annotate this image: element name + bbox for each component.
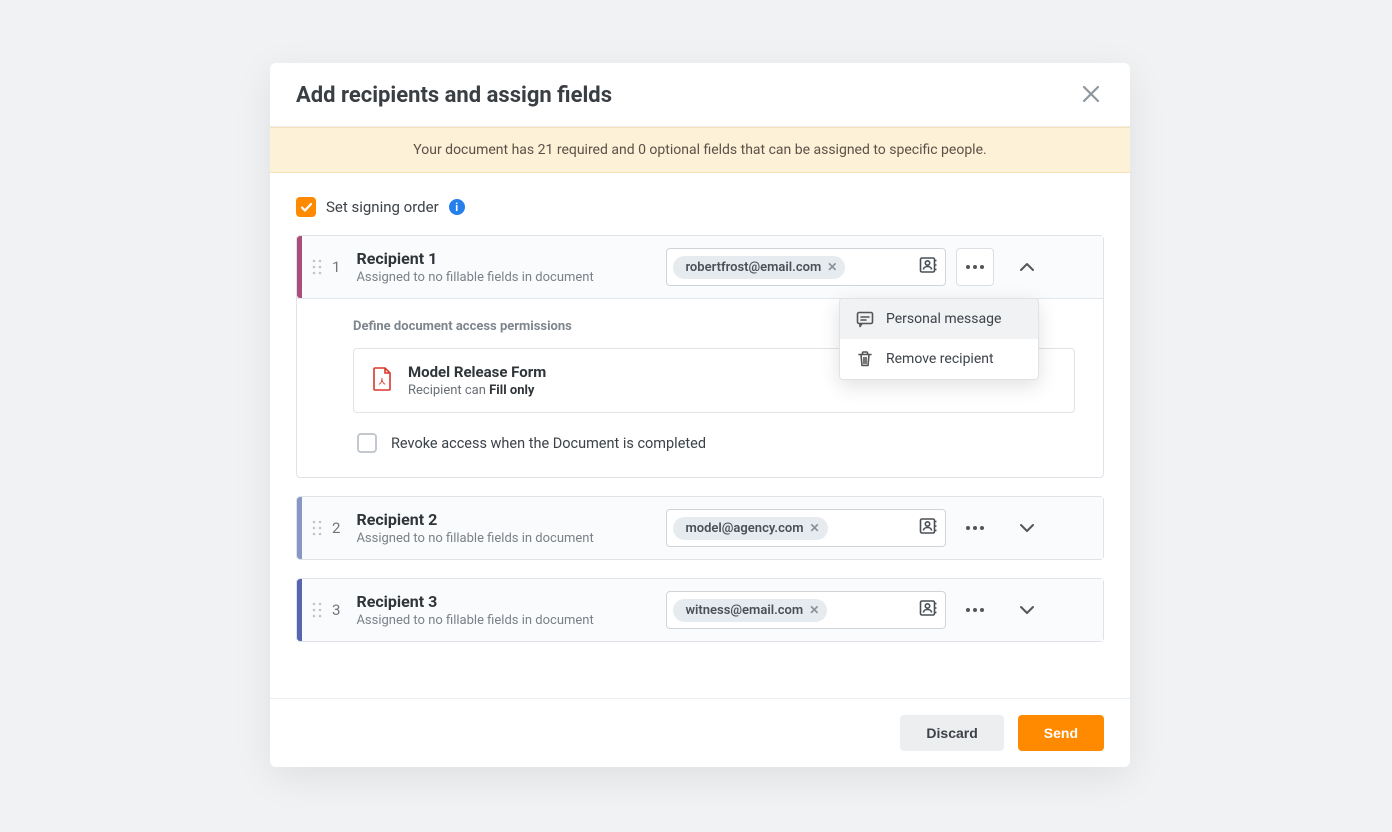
chevron-up-icon: [1019, 262, 1035, 272]
drag-handle-icon[interactable]: [302, 259, 332, 275]
signing-order-checkbox[interactable]: [296, 197, 316, 217]
email-input-1[interactable]: robertfrost@email.com ✕: [666, 248, 946, 286]
check-icon: [300, 201, 313, 214]
recipient-block-2: 2 Recipient 2 Assigned to no fillable fi…: [296, 496, 1104, 560]
recipient-name: Recipient 3: [356, 592, 666, 611]
email-tag: model@agency.com ✕: [673, 517, 827, 540]
discard-button[interactable]: Discard: [900, 715, 1003, 751]
collapse-button[interactable]: [1010, 250, 1044, 284]
chevron-down-icon: [1019, 605, 1035, 615]
more-horizontal-icon: [966, 526, 984, 530]
send-button[interactable]: Send: [1018, 715, 1104, 751]
recipient-subtext: Assigned to no fillable fields in docume…: [356, 270, 666, 285]
dropdown-personal-message[interactable]: Personal message: [840, 299, 1038, 339]
dropdown-remove-recipient[interactable]: Remove recipient: [840, 339, 1038, 379]
close-button[interactable]: [1078, 81, 1104, 110]
info-icon[interactable]: i: [449, 199, 465, 215]
modal-add-recipients: Add recipients and assign fields Your do…: [270, 63, 1130, 767]
more-horizontal-icon: [966, 608, 984, 612]
revoke-access-row: Revoke access when the Document is compl…: [353, 433, 1075, 453]
remove-tag-icon[interactable]: ✕: [827, 260, 837, 274]
svg-text:人: 人: [379, 377, 387, 386]
banner-text: Your document has 21 required and 0 opti…: [413, 142, 986, 158]
chevron-down-icon: [1019, 523, 1035, 533]
dropdown-item-label: Personal message: [886, 311, 1001, 327]
recipient-subtext: Assigned to no fillable fields in docume…: [356, 613, 666, 628]
modal-title: Add recipients and assign fields: [296, 83, 612, 108]
signing-order-row: Set signing order i: [296, 197, 1104, 217]
document-info: Model Release Form Recipient can Fill on…: [408, 363, 546, 398]
recipient-name: Recipient 1: [356, 249, 666, 268]
recipient-info: Recipient 1 Assigned to no fillable fiel…: [356, 249, 666, 285]
contacts-icon[interactable]: [917, 254, 939, 280]
more-horizontal-icon: [966, 265, 984, 269]
order-number: 1: [332, 258, 340, 276]
order-number: 2: [332, 519, 340, 537]
recipient-info: Recipient 3 Assigned to no fillable fiel…: [356, 592, 666, 628]
revoke-access-label: Revoke access when the Document is compl…: [391, 435, 706, 452]
recipient-block-3: 3 Recipient 3 Assigned to no fillable fi…: [296, 578, 1104, 642]
email-input-2[interactable]: model@agency.com ✕: [666, 509, 946, 547]
revoke-access-checkbox[interactable]: [357, 433, 377, 453]
modal-header: Add recipients and assign fields: [270, 63, 1130, 127]
drag-handle-icon[interactable]: [302, 520, 332, 536]
contacts-icon[interactable]: [917, 597, 939, 623]
recipient-name: Recipient 2: [356, 510, 666, 529]
pdf-icon: 人: [372, 367, 392, 395]
expand-button[interactable]: [1010, 511, 1044, 545]
expand-button[interactable]: [1010, 593, 1044, 627]
order-number: 3: [332, 601, 340, 619]
more-options-button[interactable]: [956, 591, 994, 629]
modal-body[interactable]: Set signing order i 1 Recipient 1 Assign…: [270, 173, 1130, 698]
modal-footer: Discard Send: [270, 698, 1130, 767]
contacts-icon[interactable]: [917, 515, 939, 541]
recipient-block-1: 1 Recipient 1 Assigned to no fillable fi…: [296, 235, 1104, 478]
email-value: model@agency.com: [685, 521, 803, 536]
drag-handle-icon[interactable]: [302, 602, 332, 618]
document-permission: Recipient can Fill only: [408, 383, 546, 398]
remove-tag-icon[interactable]: ✕: [809, 603, 819, 617]
email-input-3[interactable]: witness@email.com ✕: [666, 591, 946, 629]
recipient-header-2: 2 Recipient 2 Assigned to no fillable fi…: [297, 497, 1103, 559]
recipient-header-3: 3 Recipient 3 Assigned to no fillable fi…: [297, 579, 1103, 641]
email-value: robertfrost@email.com: [685, 260, 821, 275]
recipient-subtext: Assigned to no fillable fields in docume…: [356, 531, 666, 546]
trash-icon: [856, 350, 874, 368]
info-banner: Your document has 21 required and 0 opti…: [270, 127, 1130, 173]
email-tag: witness@email.com ✕: [673, 599, 827, 622]
more-options-dropdown: Personal message Remove recipient: [839, 298, 1039, 380]
recipient-header-1: 1 Recipient 1 Assigned to no fillable fi…: [297, 236, 1103, 299]
more-options-button[interactable]: [956, 509, 994, 547]
message-icon: [856, 310, 874, 328]
remove-tag-icon[interactable]: ✕: [810, 521, 820, 535]
more-options-button[interactable]: [956, 248, 994, 286]
dropdown-item-label: Remove recipient: [886, 351, 994, 367]
close-icon: [1082, 85, 1100, 103]
email-value: witness@email.com: [685, 603, 803, 618]
email-tag: robertfrost@email.com ✕: [673, 256, 845, 279]
signing-order-label: Set signing order: [326, 198, 439, 216]
document-name: Model Release Form: [408, 363, 546, 381]
recipient-info: Recipient 2 Assigned to no fillable fiel…: [356, 510, 666, 546]
